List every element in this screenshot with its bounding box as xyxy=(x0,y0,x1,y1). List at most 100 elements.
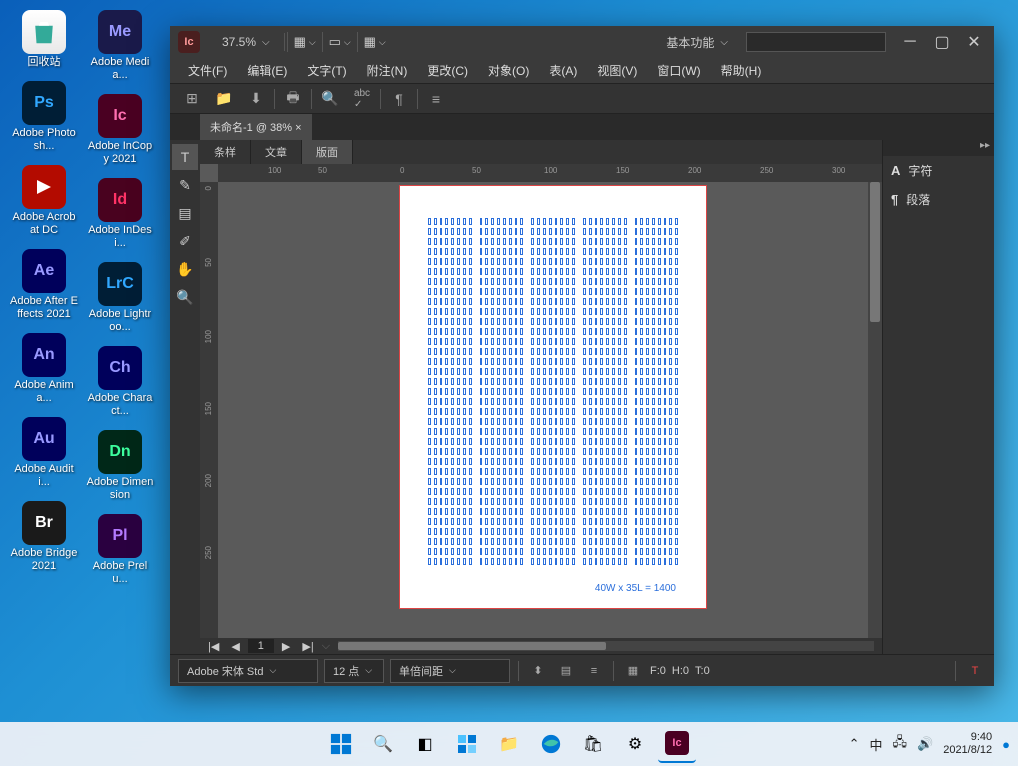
close-button[interactable]: ✕ xyxy=(958,29,990,55)
maximize-button[interactable]: ▢ xyxy=(926,29,958,55)
grid-icon[interactable]: ▤ xyxy=(555,660,577,682)
page-navigation: |◀ ◀ 1 ▶ ▶| ⌵ xyxy=(200,638,882,654)
desktop-icon[interactable]: 回收站 xyxy=(10,10,78,69)
position-tool[interactable]: ▤ xyxy=(172,200,198,226)
vertical-scrollbar[interactable] xyxy=(868,182,882,638)
settings-button[interactable]: ⚙ xyxy=(616,725,654,763)
panel-item[interactable]: A字符 xyxy=(883,156,994,185)
menu-item[interactable]: 文件(F) xyxy=(178,58,237,83)
font-size-dropdown[interactable]: 12 点 xyxy=(324,659,384,683)
font-dropdown[interactable]: Adobe 宋体 Std xyxy=(178,659,318,683)
desktop-icon[interactable]: MeAdobe Media... xyxy=(86,10,154,82)
volume-icon[interactable]: 🔊 xyxy=(917,736,933,752)
menu-item[interactable]: 表(A) xyxy=(539,58,587,83)
hand-tool[interactable]: ✋ xyxy=(172,256,198,282)
subtab[interactable]: 版面 xyxy=(302,140,353,164)
desktop-icon[interactable]: AuAdobe Auditi... xyxy=(10,417,78,489)
vertical-ruler: 050100150200250 xyxy=(200,182,218,638)
widgets-button[interactable] xyxy=(448,725,486,763)
control-panel: Adobe 宋体 Std 12 点 单倍间距 ⬍ ▤ ≡ ▦ F:0 H:0 T… xyxy=(170,654,994,686)
next-page-button[interactable]: ▶ xyxy=(278,640,294,653)
search-box[interactable] xyxy=(746,32,886,52)
note-tool[interactable]: ✎ xyxy=(172,172,198,198)
notifications-icon[interactable]: ● xyxy=(1002,737,1010,752)
desktop-icon[interactable]: LrCAdobe Lightroo... xyxy=(86,262,154,334)
zoom-tool[interactable]: 🔍 xyxy=(172,284,198,310)
first-page-button[interactable]: |◀ xyxy=(204,640,223,653)
prev-page-button[interactable]: ◀ xyxy=(227,640,243,653)
incopy-taskbar-button[interactable]: Ic xyxy=(658,725,696,763)
menu-item[interactable]: 帮助(H) xyxy=(711,58,772,83)
screen-mode-icon[interactable]: ▦ xyxy=(290,28,320,56)
new-icon[interactable]: ⊞ xyxy=(176,86,208,112)
incopy-window: Ic 37.5% ▦ ▭ ▦ 基本功能 ─ ▢ ✕ 文件(F)编辑(E)文字(T… xyxy=(170,26,994,686)
desktop-icon[interactable]: IdAdobe InDesi... xyxy=(86,178,154,250)
eyedropper-tool[interactable]: ✐ xyxy=(172,228,198,254)
desktop-icon[interactable]: IcAdobe InCopy 2021 xyxy=(86,94,154,166)
spellcheck-icon[interactable]: abc✓ xyxy=(346,86,378,112)
page: 40W x 35L = 1400 xyxy=(400,186,706,608)
type-options-icon[interactable]: T xyxy=(964,660,986,682)
frame-grid-icon[interactable]: ▦ xyxy=(622,660,644,682)
menu-item[interactable]: 文字(T) xyxy=(297,58,356,83)
desktop-icon[interactable]: AeAdobe After Effects 2021 xyxy=(10,249,78,321)
desktop-icon[interactable]: PlAdobe Prelu... xyxy=(86,514,154,586)
menu-item[interactable]: 附注(N) xyxy=(357,58,418,83)
clock[interactable]: 9:402021/8/12 xyxy=(943,731,992,757)
explorer-button[interactable]: 📁 xyxy=(490,725,528,763)
save-icon[interactable]: ⬇ xyxy=(240,86,272,112)
desktop-icon[interactable]: DnAdobe Dimension xyxy=(86,430,154,502)
menu-item[interactable]: 编辑(E) xyxy=(237,58,297,83)
horizontal-ruler: 10050050100150200250300 xyxy=(218,164,882,182)
zoom-dropdown[interactable]: 37.5% xyxy=(208,33,285,51)
page-footer-info: 40W x 35L = 1400 xyxy=(595,583,676,594)
collapse-panels-button[interactable]: ▸▸ xyxy=(883,140,994,156)
desktop-icon[interactable]: Adobe Acrobat DC xyxy=(10,165,78,237)
subtab[interactable]: 条样 xyxy=(200,140,251,164)
t-value: T:0 xyxy=(695,665,710,677)
text-frame[interactable] xyxy=(428,218,678,568)
vertical-text-icon[interactable]: ⬍ xyxy=(527,660,549,682)
view-options-icon[interactable]: ▭ xyxy=(325,28,355,56)
page-number[interactable]: 1 xyxy=(248,639,274,653)
desktop-icon[interactable]: ChAdobe Charact... xyxy=(86,346,154,418)
last-page-button[interactable]: ▶| xyxy=(298,640,317,653)
start-button[interactable] xyxy=(322,725,360,763)
menu-item[interactable]: 窗口(W) xyxy=(647,58,710,83)
minimize-button[interactable]: ─ xyxy=(894,29,926,55)
menu-item[interactable]: 更改(C) xyxy=(417,58,478,83)
menu-icon[interactable]: ≡ xyxy=(420,86,452,112)
desktop-icon[interactable]: BrAdobe Bridge 2021 xyxy=(10,501,78,573)
horizontal-scrollbar[interactable] xyxy=(338,641,874,651)
menubar: 文件(F)编辑(E)文字(T)附注(N)更改(C)对象(O)表(A)视图(V)窗… xyxy=(170,58,994,84)
document-tabs: 未命名-1 @ 38% × xyxy=(170,114,994,140)
menu-item[interactable]: 对象(O) xyxy=(478,58,539,83)
desktop-icon[interactable]: AnAdobe Anima... xyxy=(10,333,78,405)
edge-button[interactable] xyxy=(532,725,570,763)
desktop-icon[interactable]: PsAdobe Photosh... xyxy=(10,81,78,153)
paragraph-icon[interactable]: ¶ xyxy=(383,86,415,112)
tray-chevron-icon[interactable]: ⌃ xyxy=(849,736,860,752)
document-tab[interactable]: 未命名-1 @ 38% × xyxy=(200,114,312,140)
justify-icon[interactable]: ≡ xyxy=(583,660,605,682)
view-subtabs: 条样文章版面 xyxy=(200,140,882,164)
subtab[interactable]: 文章 xyxy=(251,140,302,164)
search-button[interactable]: 🔍 xyxy=(364,725,402,763)
find-icon[interactable]: 🔍 xyxy=(314,86,346,112)
canvas[interactable]: 40W x 35L = 1400 xyxy=(218,182,868,638)
f-value: F:0 xyxy=(650,665,666,677)
workspace-dropdown[interactable]: 基本功能 xyxy=(656,34,738,51)
type-tool[interactable]: T xyxy=(172,144,198,170)
ime-indicator[interactable]: 中 xyxy=(870,735,883,754)
menu-item[interactable]: 视图(V) xyxy=(587,58,647,83)
line-spacing-dropdown[interactable]: 单倍间距 xyxy=(390,659,510,683)
panels-dock: ▸▸ A字符¶段落 xyxy=(882,140,994,654)
arrange-icon[interactable]: ▦ xyxy=(360,28,390,56)
network-icon[interactable]: 🖧 xyxy=(893,733,908,755)
print-icon[interactable]: 🖶 xyxy=(277,86,309,112)
panel-item[interactable]: ¶段落 xyxy=(883,185,994,214)
task-view-button[interactable]: ◧ xyxy=(406,725,444,763)
iconbar: ⊞ 📁 ⬇ 🖶 🔍 abc✓ ¶ ≡ xyxy=(170,84,994,114)
store-button[interactable]: 🛍 xyxy=(574,725,612,763)
open-icon[interactable]: 📁 xyxy=(208,86,240,112)
